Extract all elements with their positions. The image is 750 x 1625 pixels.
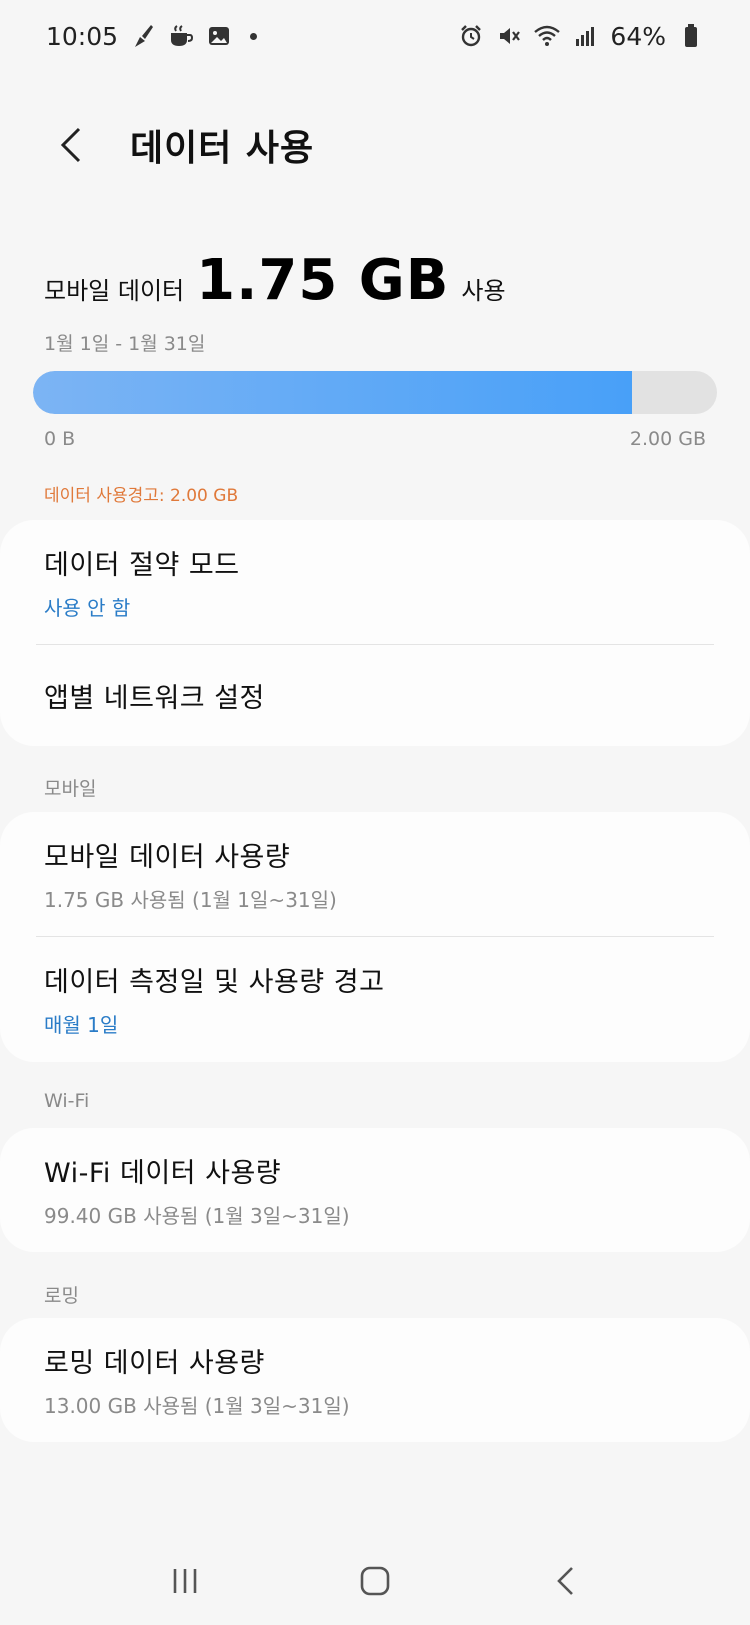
- app-network-settings-title: 앱별 네트워크 설정: [44, 682, 265, 714]
- billing-cycle-subtitle: 매월 1일: [44, 1013, 119, 1037]
- status-bar: 10:05 64%: [0, 0, 750, 72]
- page-title: 데이터 사용: [130, 128, 315, 169]
- recent-apps-icon: [173, 1569, 197, 1593]
- status-time: 10:05: [46, 21, 119, 51]
- bar-min-label: 0 B: [44, 428, 76, 450]
- wifi-icon: [534, 23, 561, 49]
- wifi-card: Wi-Fi 데이터 사용량 99.40 GB 사용됨 (1월 3일~31일): [0, 1128, 750, 1252]
- usage-progress-fill: [33, 371, 632, 414]
- roaming-data-usage-subtitle: 13.00 GB 사용됨 (1월 3일~31일): [44, 1394, 350, 1418]
- mobile-data-usage-subtitle: 1.75 GB 사용됨 (1월 1일~31일): [44, 888, 337, 912]
- data-settings-card: 데이터 절약 모드 사용 안 함 앱별 네트워크 설정: [0, 520, 750, 746]
- notification-dot-icon: [250, 32, 258, 40]
- brush-icon: [130, 23, 156, 49]
- usage-prefix: 모바일 데이터: [44, 277, 185, 305]
- navigation-bar: [0, 1548, 750, 1614]
- usage-progress-bar: [33, 371, 717, 414]
- data-saver-title: 데이터 절약 모드: [44, 550, 240, 581]
- status-right: 64%: [458, 22, 704, 51]
- usage-period: 1월 1일 - 1월 31일: [44, 333, 206, 355]
- data-saver-status: 사용 안 함: [44, 596, 131, 620]
- data-warning-text: 데이터 사용경고: 2.00 GB: [44, 486, 239, 506]
- section-label-roaming: 로밍: [44, 1285, 79, 1307]
- battery-percent: 64%: [610, 21, 666, 51]
- usage-amount: 1.75 GB: [196, 248, 450, 313]
- section-label-mobile: 모바일: [44, 778, 97, 800]
- usage-bar-labels: 0 B 2.00 GB: [44, 428, 706, 450]
- coffee-icon: [168, 23, 194, 49]
- back-icon: [557, 1567, 573, 1595]
- billing-cycle-item[interactable]: 데이터 측정일 및 사용량 경고 매월 1일: [0, 937, 750, 1061]
- mute-icon: [496, 23, 522, 49]
- app-bar: 데이터 사용: [0, 100, 750, 190]
- home-icon: [360, 1566, 390, 1596]
- usage-suffix: 사용: [461, 277, 506, 305]
- wifi-data-usage-item[interactable]: Wi-Fi 데이터 사용량 99.40 GB 사용됨 (1월 3일~31일): [0, 1128, 750, 1252]
- signal-icon: [572, 23, 598, 49]
- roaming-card: 로밍 데이터 사용량 13.00 GB 사용됨 (1월 3일~31일): [0, 1318, 750, 1442]
- battery-icon: [678, 23, 704, 49]
- home-button[interactable]: [335, 1551, 415, 1611]
- mobile-data-usage-item[interactable]: 모바일 데이터 사용량 1.75 GB 사용됨 (1월 1일~31일): [0, 812, 750, 936]
- recent-apps-button[interactable]: [145, 1551, 225, 1611]
- bar-max-label: 2.00 GB: [629, 428, 706, 450]
- roaming-data-usage-title: 로밍 데이터 사용량: [44, 1348, 265, 1379]
- usage-line: 모바일 데이터 1.75 GB 사용: [44, 248, 708, 313]
- roaming-data-usage-item[interactable]: 로밍 데이터 사용량 13.00 GB 사용됨 (1월 3일~31일): [0, 1318, 750, 1442]
- gallery-icon: [206, 23, 232, 49]
- wifi-data-usage-subtitle: 99.40 GB 사용됨 (1월 3일~31일): [44, 1204, 350, 1228]
- mobile-data-usage-title: 모바일 데이터 사용량: [44, 842, 291, 873]
- alarm-icon: [458, 23, 484, 49]
- mobile-card: 모바일 데이터 사용량 1.75 GB 사용됨 (1월 1일~31일) 데이터 …: [0, 812, 750, 1062]
- status-left: 10:05: [46, 21, 258, 51]
- back-button[interactable]: [38, 113, 102, 177]
- section-label-wifi: Wi-Fi: [44, 1090, 90, 1112]
- billing-cycle-title: 데이터 측정일 및 사용량 경고: [44, 967, 385, 998]
- usage-summary: 모바일 데이터 1.75 GB 사용 1월 1일 - 1월 31일: [44, 248, 708, 356]
- chevron-left-icon: [60, 127, 81, 163]
- data-usage-screen: 10:05 64% 데이터 사용 모바일 데이터 1.75 GB 사용 1월 1…: [0, 0, 750, 1625]
- wifi-data-usage-title: Wi-Fi 데이터 사용량: [44, 1158, 282, 1189]
- data-saver-item[interactable]: 데이터 절약 모드 사용 안 함: [0, 520, 750, 644]
- nav-back-button[interactable]: [525, 1551, 605, 1611]
- app-network-settings-item[interactable]: 앱별 네트워크 설정: [0, 645, 750, 745]
